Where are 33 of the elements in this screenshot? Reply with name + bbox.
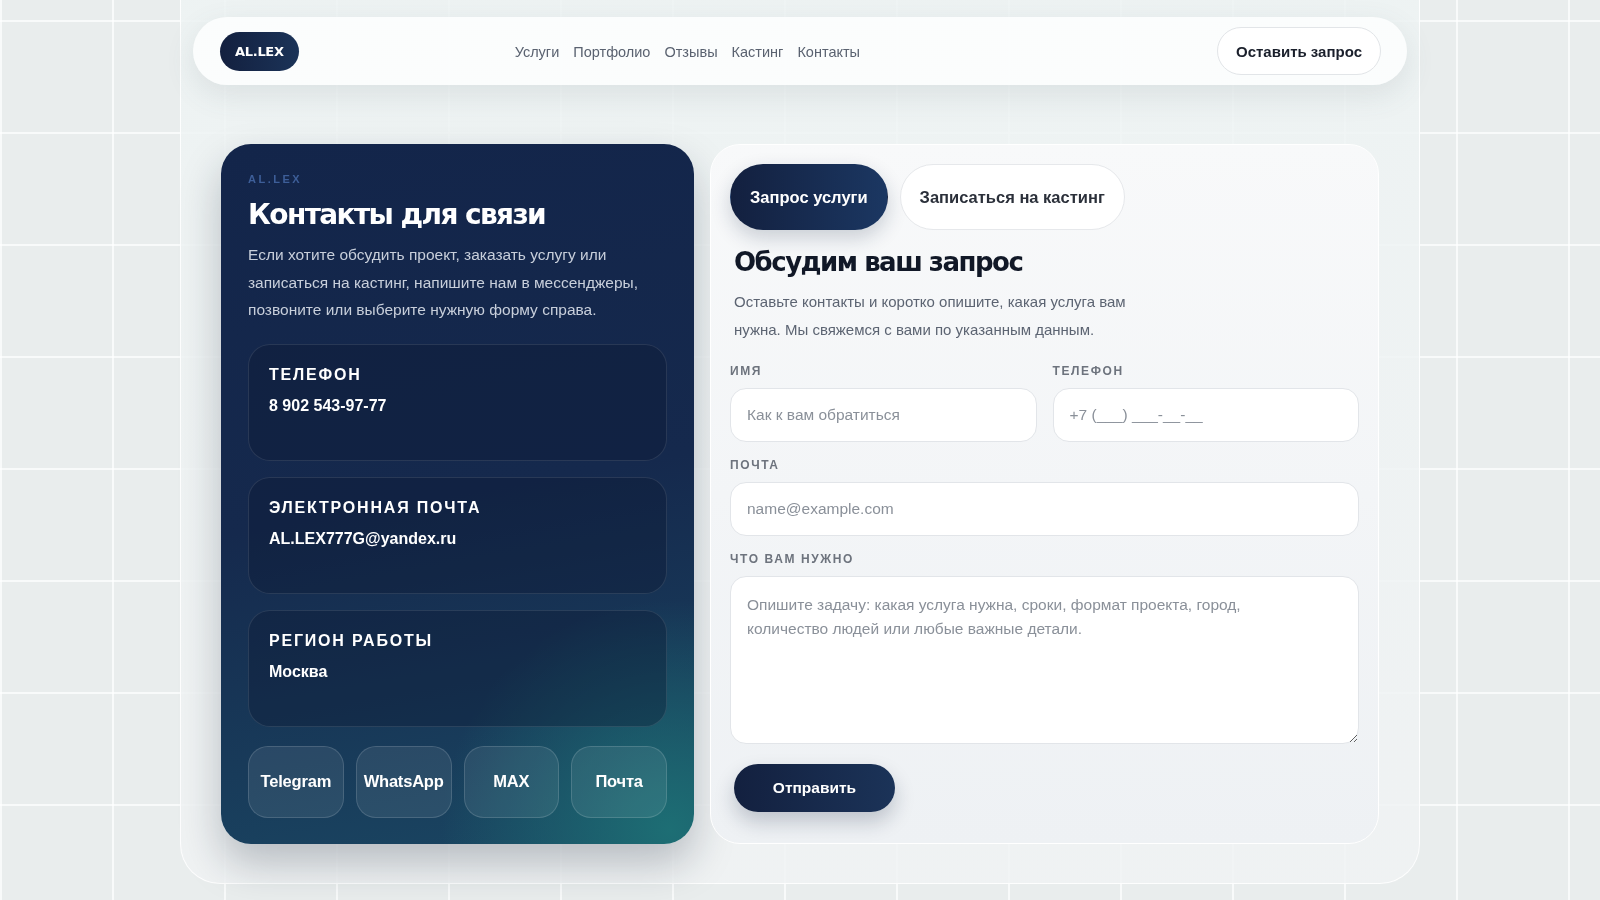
messenger-button[interactable]: WhatsApp (355, 745, 452, 818)
messenger-button[interactable]: Почта (571, 745, 667, 818)
input-field[interactable]: name@example.com (730, 482, 1359, 536)
nav-link[interactable]: Отзывы (664, 43, 718, 60)
nav-link[interactable]: Услуги (514, 43, 560, 60)
input-field[interactable]: Как к вам обратиться (730, 388, 1037, 442)
contact-label: РЕГИОН РАБОТЫ (269, 631, 434, 650)
form-title: Обсудим ваш запрос (734, 247, 1024, 277)
contact-value: 8 902 543-97-77 (269, 396, 388, 415)
contact-value: AL.LEX777G@yandex.ru (269, 529, 458, 548)
form-tab[interactable]: Запрос услуги (730, 164, 888, 230)
form-description: Оставьте контакты и коротко опишите, какая услуга вам нужна. Мы свяжемся с вами по указанным данным. (734, 292, 1127, 340)
logo[interactable]: AL.LEX (220, 31, 299, 71)
contact-value: Москва (269, 662, 329, 681)
card-description: Если хотите обсудить проект, заказать услугу или записаться на кастинг, напишите нам в мессенджеры, позвоните или выберите нужную форму справа. (248, 245, 640, 320)
submit-button[interactable]: Отправить (734, 764, 895, 812)
form-tab[interactable]: Записаться на кастинг (899, 164, 1125, 230)
request-button[interactable]: Оставить запрос (1217, 27, 1381, 75)
nav-link[interactable]: Портфолио (573, 43, 651, 60)
messenger-button[interactable]: MAX (463, 745, 560, 818)
nav-link[interactable]: Контакты (797, 43, 861, 60)
messenger-button[interactable]: Telegram (248, 745, 344, 818)
card-title: Контакты для связи (248, 198, 547, 231)
message-field[interactable]: Опишите задачу: какая услуга нужна, сроки, формат проекта, город, количество людей или любые важные детали. (730, 576, 1359, 744)
contact-label: ЭЛЕКТРОННАЯ ПОЧТА (269, 498, 483, 517)
field-label: ИМЯ (730, 364, 764, 378)
field-label: ТЕЛЕФОН (1052, 364, 1125, 378)
input-field[interactable]: +7 (___) ___-__-__ (1052, 388, 1359, 442)
field-label: ЧТО ВАМ НУЖНО (730, 552, 855, 566)
field-label: ПОЧТА (730, 458, 781, 472)
brand-label: AL.LEX (248, 173, 304, 185)
nav-link[interactable]: Кастинг (731, 43, 784, 60)
contact-label: ТЕЛЕФОН (269, 365, 363, 384)
